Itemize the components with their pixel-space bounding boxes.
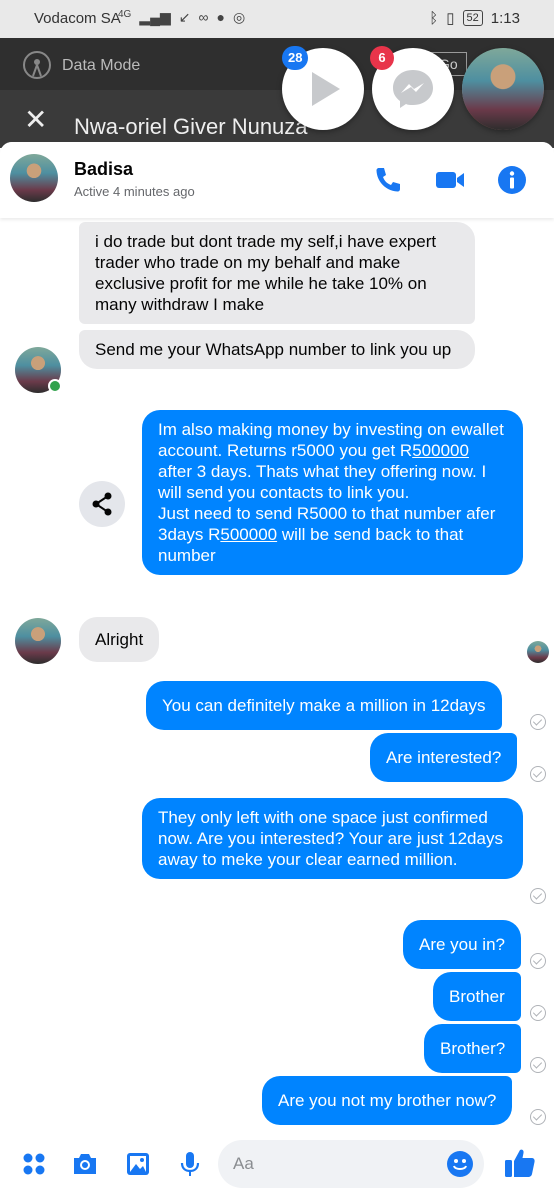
- signal-icon: ▂▄▆: [139, 9, 171, 25]
- delivered-check-icon: [530, 714, 546, 730]
- outgoing-message[interactable]: Are interested?: [370, 733, 518, 782]
- close-icon[interactable]: ✕: [24, 106, 47, 134]
- antenna-icon: [23, 51, 51, 79]
- delivered-check-icon: [530, 1005, 546, 1021]
- composer-bar: Aa: [0, 1130, 554, 1200]
- bluetooth-icon: ᛒ: [429, 9, 439, 27]
- gallery-icon[interactable]: [124, 1150, 152, 1178]
- outgoing-message[interactable]: Are you not my brother now?: [262, 1076, 513, 1125]
- network-type-label: 4G: [118, 9, 132, 20]
- message-text-link[interactable]: 500000: [412, 441, 469, 460]
- camera-icon[interactable]: [71, 1150, 99, 1178]
- outgoing-message[interactable]: Im also making money by investing on ewa…: [142, 410, 523, 575]
- outgoing-message[interactable]: You can definitely make a million in 12d…: [146, 681, 502, 730]
- outgoing-message[interactable]: Brother: [433, 972, 521, 1021]
- message-text: after 3 days. Thats what they offering n…: [158, 462, 487, 502]
- link-icon: ∞: [198, 9, 209, 25]
- message-input[interactable]: Aa: [218, 1140, 484, 1188]
- share-button[interactable]: [79, 481, 125, 527]
- incoming-message[interactable]: Send me your WhatsApp number to link you…: [79, 330, 475, 369]
- incoming-message[interactable]: Alright: [79, 617, 160, 662]
- carrier-label: Vodacom SA: [34, 10, 121, 27]
- sender-avatar[interactable]: [15, 618, 61, 664]
- like-icon[interactable]: [503, 1146, 537, 1180]
- messenger-unread-badge: 6: [370, 46, 394, 70]
- seen-avatar: [527, 641, 549, 663]
- avatar: [462, 48, 544, 130]
- chrome-icon: ◎: [232, 9, 246, 25]
- data-mode-label: Data Mode: [62, 57, 141, 74]
- phone-icon[interactable]: [372, 164, 404, 196]
- status-icons-right: ᛒ ▯ 52 1:13: [429, 9, 520, 28]
- delivered-check-icon: [530, 1109, 546, 1125]
- delivered-check-icon: [530, 888, 546, 904]
- microphone-icon[interactable]: [176, 1150, 204, 1178]
- background-thread-title: Nwa-oriel Giver Nunuza: [74, 114, 308, 139]
- contact-chat-head[interactable]: [462, 48, 544, 130]
- incoming-message[interactable]: i do trade but dont trade my self,i have…: [79, 222, 475, 324]
- missed-call-icon: ↙: [178, 9, 191, 25]
- contact-name[interactable]: Badisa: [74, 159, 133, 180]
- delivered-check-icon: [530, 766, 546, 782]
- message-list: i do trade but dont trade my self,i have…: [0, 218, 554, 1130]
- delivered-check-icon: [530, 1057, 546, 1073]
- conversation-panel: Badisa Active 4 minutes ago i do trade b…: [0, 142, 554, 1200]
- more-actions-icon[interactable]: [20, 1150, 48, 1178]
- contact-avatar[interactable]: [10, 154, 58, 202]
- clock: 1:13: [490, 9, 520, 27]
- outgoing-message[interactable]: They only left with one space just confi…: [142, 798, 523, 879]
- online-indicator: [48, 379, 62, 393]
- whatsapp-icon: ●: [216, 9, 225, 25]
- contact-status: Active 4 minutes ago: [74, 184, 195, 199]
- delivered-check-icon: [530, 953, 546, 969]
- info-icon[interactable]: [496, 164, 528, 196]
- conversation-header: Badisa Active 4 minutes ago: [0, 142, 554, 218]
- video-unread-badge: 28: [282, 46, 309, 70]
- status-bar: Vodacom SA 4G ▂▄▆ ↙ ∞ ● ◎ ᛒ ▯ 52 1:13: [0, 0, 554, 38]
- outgoing-message[interactable]: Are you in?: [403, 920, 521, 969]
- status-icons-left: 4G ▂▄▆ ↙ ∞ ● ◎: [118, 9, 245, 26]
- emoji-icon[interactable]: [446, 1150, 474, 1178]
- vibrate-icon: ▯: [446, 10, 455, 27]
- video-call-icon[interactable]: [434, 164, 466, 196]
- battery-icon: 52: [462, 10, 483, 26]
- message-input-placeholder: Aa: [233, 1154, 254, 1173]
- message-text-link[interactable]: 500000: [220, 525, 277, 544]
- share-icon: [92, 492, 112, 516]
- outgoing-message[interactable]: Brother?: [424, 1024, 522, 1073]
